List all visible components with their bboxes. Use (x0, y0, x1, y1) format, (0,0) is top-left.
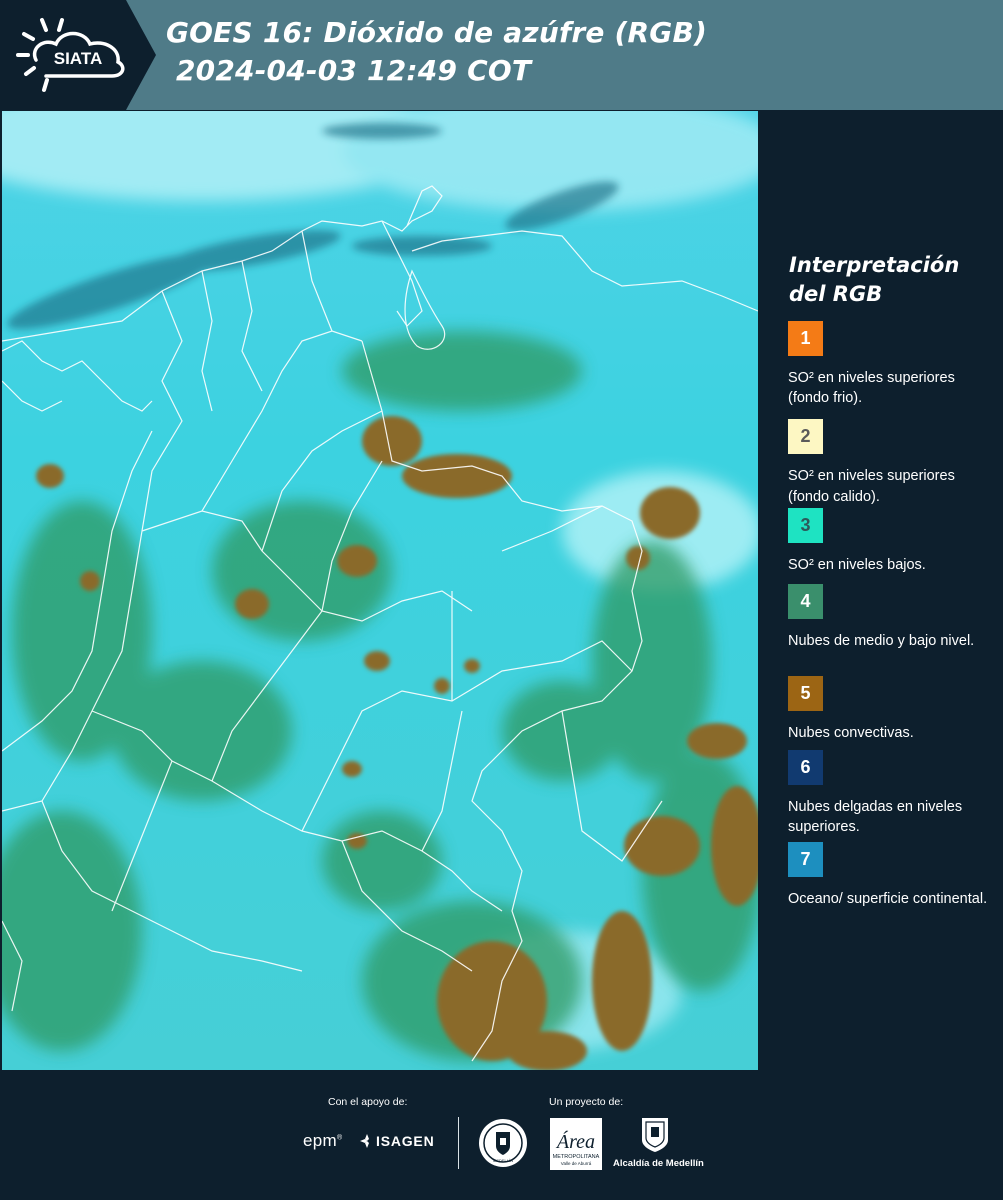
siata-logo-text: SIATA (54, 49, 102, 68)
legend-text-6: Nubes delgadas en niveles superiores. (788, 799, 963, 835)
alcaldia-text: Alcaldía de Medellín (613, 1158, 704, 1169)
medellin-seal[interactable]: MEDELLÍN (478, 1118, 528, 1168)
legend-text-1: SO² en niveles superiores (fondo frio). (788, 370, 955, 406)
alcaldia-shield-icon[interactable] (640, 1116, 670, 1154)
legend-swatch-7: 7 (788, 842, 823, 877)
legend-swatch-4: 4 (788, 584, 823, 619)
legend-swatch-1: 1 (788, 321, 823, 356)
legend-swatch-2: 2 (788, 419, 823, 454)
legend-item-4: 4 Nubes de medio y bajo nivel. (788, 584, 998, 651)
legend-item-3: 3 SO² en niveles bajos. (788, 508, 998, 575)
area-logo-text: Área (555, 1130, 595, 1153)
area-metropolitana-logo[interactable]: Área METROPOLITANA Valle de Aburrá (550, 1118, 602, 1170)
area-logo-sub: METROPOLITANA (553, 1154, 600, 1160)
legend-item-2: 2 SO² en niveles superiores (fondo calid… (788, 419, 998, 512)
epm-logo[interactable]: epm® (303, 1131, 342, 1151)
siata-logo-panel: SIATA (0, 0, 156, 110)
legend-swatch-3: 3 (788, 508, 823, 543)
project-label: Un proyecto de: (549, 1096, 624, 1108)
legend-swatch-6: 6 (788, 750, 823, 785)
legend-item-1: 1 SO² en niveles superiores (fondo frio)… (788, 321, 998, 408)
legend-item-5: 5 Nubes convectivas. (788, 676, 998, 743)
epm-registered-mark: ® (336, 1134, 343, 1142)
legend-text-5: Nubes convectivas. (788, 725, 914, 741)
footer-divider (458, 1117, 459, 1169)
isagen-icon (360, 1134, 369, 1148)
legend-text-7: Oceano/ superficie continental. (788, 891, 988, 907)
satellite-map[interactable] (2, 111, 758, 1070)
area-logo-sub2: Valle de Aburrá (561, 1161, 592, 1166)
epm-logo-text: epm (303, 1131, 337, 1150)
seal-text: MEDELLÍN (493, 1158, 513, 1163)
legend-swatch-5: 5 (788, 676, 823, 711)
timestamp: 2024-04-03 12:49 COT (176, 54, 532, 87)
header-bar: SIATA GOES 16: Dióxido de azúfre (RGB) 2… (0, 0, 1003, 110)
page-title: GOES 16: Dióxido de azúfre (RGB) (166, 16, 708, 49)
siata-logo[interactable]: SIATA (0, 0, 158, 110)
legend-text-4: Nubes de medio y bajo nivel. (788, 633, 975, 649)
isagen-logo[interactable]: ISAGEN (376, 1133, 434, 1149)
footer: Con el apoyo de: Un proyecto de: epm® IS… (0, 1070, 1003, 1200)
satellite-image (2, 111, 758, 1070)
legend-text-3: SO² en niveles bajos. (788, 557, 926, 573)
legend-title: Interpretación del RGB (789, 253, 960, 306)
legend-text-2: SO² en niveles superiores (fondo calido)… (788, 468, 955, 505)
support-label: Con el apoyo de: (328, 1096, 408, 1108)
legend-panel: Interpretación del RGB 1 SO² en niveles … (760, 111, 1003, 1070)
legend-item-6: 6 Nubes delgadas en niveles superiores. (788, 750, 998, 837)
title-block: GOES 16: Dióxido de azúfre (RGB) 2024-04… (166, 14, 986, 90)
legend-item-7: 7 Oceano/ superficie continental. (788, 842, 998, 909)
